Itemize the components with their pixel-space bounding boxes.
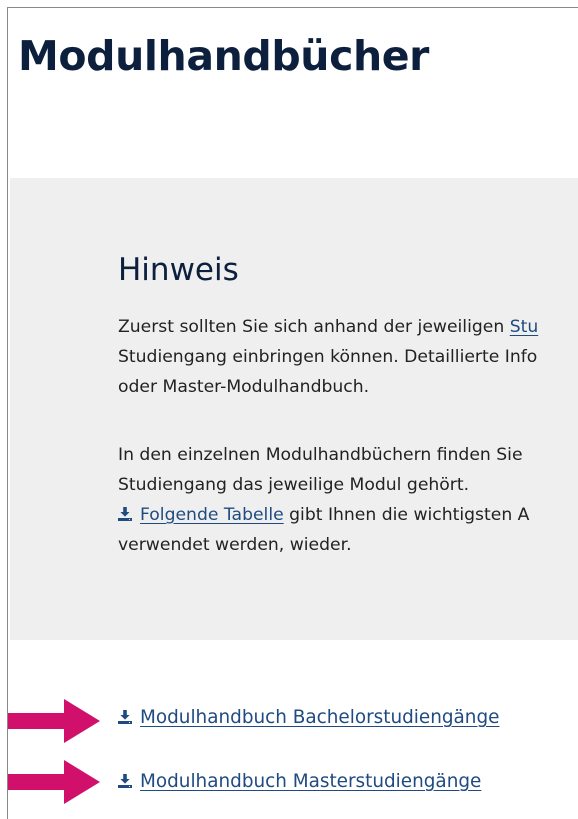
hint-line: Studiengang das jeweilige Modul gehört. <box>118 475 470 495</box>
hint-text: gibt Ihnen die wichtigsten A <box>283 505 530 525</box>
download-icon <box>118 710 132 724</box>
hint-text: Zuerst sollten Sie sich anhand der jewei… <box>118 317 510 337</box>
hint-box: Hinweis Zuerst sollten Sie sich anhand d… <box>10 178 578 640</box>
hint-line: oder Master-Modulhandbuch. <box>118 377 370 397</box>
master-handbook-link[interactable]: Modulhandbuch Masterstudiengänge <box>140 771 481 792</box>
download-icon <box>118 774 132 788</box>
bachelor-handbook-link[interactable]: Modulhandbuch Bachelorstudiengänge <box>140 707 499 728</box>
hint-line: In den einzelnen Modulhandbüchern finden… <box>118 445 523 465</box>
arrow-pointer-master <box>8 760 100 804</box>
hint-paragraph-2: In den einzelnen Modulhandbüchern finden… <box>118 440 529 560</box>
download-icon <box>118 507 132 521</box>
download-item-master: Modulhandbuch Masterstudiengänge <box>118 767 499 819</box>
hint-line: verwendet werden, wieder. <box>118 535 352 555</box>
download-item-bachelor: Modulhandbuch Bachelorstudiengänge <box>118 703 499 767</box>
arrow-pointer-bachelor <box>8 699 100 743</box>
download-list: Modulhandbuch Bachelorstudiengänge Modul… <box>118 703 499 819</box>
study-regulations-link[interactable]: Stu <box>510 317 539 337</box>
hint-line: Zuerst sollten Sie sich anhand der jewei… <box>118 312 538 342</box>
table-download-link[interactable]: Folgende Tabelle <box>140 505 284 525</box>
hint-line: Folgende Tabelle gibt Ihnen die wichtigs… <box>118 500 529 530</box>
page-title: Modulhandbücher <box>18 32 430 80</box>
page-frame: Modulhandbücher Hinweis Zuerst sollten S… <box>7 7 578 819</box>
hint-title: Hinweis <box>118 252 239 288</box>
hint-line: Studiengang einbringen können. Detaillie… <box>118 347 538 367</box>
hint-paragraph-1: Zuerst sollten Sie sich anhand der jewei… <box>118 312 538 402</box>
